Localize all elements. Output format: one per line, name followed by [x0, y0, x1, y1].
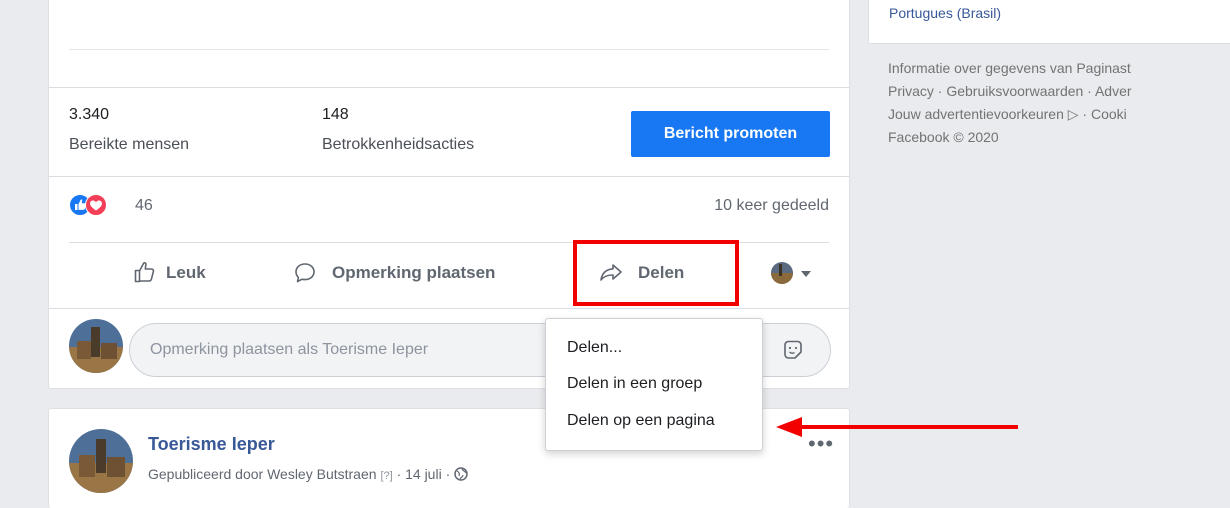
- publisher-text: Gepubliceerd door Wesley Butstraen: [148, 466, 377, 482]
- menu-item-share-page[interactable]: Delen op een pagina: [567, 412, 715, 430]
- sticker-icon: [784, 340, 802, 359]
- reach-count: 3.340: [69, 106, 110, 123]
- share-count[interactable]: 10 keer gedeeld: [714, 197, 829, 215]
- promote-post-button[interactable]: Bericht promoten: [631, 111, 830, 157]
- arrow-annotation-icon: [776, 417, 1018, 437]
- post-date[interactable]: · 14 juli ·: [397, 466, 451, 482]
- highlight-box: [573, 240, 739, 306]
- menu-item-share-group[interactable]: Delen in een groep: [567, 375, 702, 393]
- avatar-image-icon: [69, 319, 123, 373]
- post-as-selector[interactable]: [770, 260, 820, 286]
- sticker-button[interactable]: [781, 338, 805, 362]
- footer-line-2[interactable]: Privacy · Gebruiksvoorwaarden · Adver: [888, 83, 1132, 99]
- thumbs-up-icon: [134, 262, 155, 283]
- globe-icon: [454, 467, 468, 481]
- commenter-avatar[interactable]: [69, 319, 123, 373]
- reach-label: Bereikte mensen: [69, 136, 190, 153]
- divider: [69, 49, 829, 50]
- comment-bubble-icon: [295, 263, 315, 283]
- footer-line-3[interactable]: Jouw advertentievoorkeuren ▷ · Cooki: [888, 106, 1127, 123]
- engagement-count: 148: [322, 106, 349, 123]
- language-link[interactable]: Portugues (Brasil): [889, 5, 1001, 21]
- reactions-summary[interactable]: [69, 194, 111, 216]
- page-name-link[interactable]: Toerisme Ieper: [148, 434, 275, 455]
- divider: [49, 308, 849, 309]
- comment-placeholder: Opmerking plaatsen als Toerisme Ieper: [150, 341, 429, 358]
- like-reaction-icon: [69, 194, 107, 216]
- divider: [49, 87, 849, 88]
- avatar-image-icon: [69, 429, 133, 493]
- comment-label: Opmerking plaatsen: [332, 263, 496, 282]
- post-meta: Gepubliceerd door Wesley Butstraen [?] ·…: [148, 466, 468, 482]
- footer-line-1[interactable]: Informatie over gegevens van Paginast: [888, 60, 1131, 76]
- like-label: Leuk: [166, 263, 206, 282]
- help-link[interactable]: [?]: [380, 470, 392, 482]
- language-card: Portugues (Brasil): [868, 0, 1230, 44]
- share-menu: Delen... Delen in een groep Delen op een…: [545, 318, 763, 451]
- menu-item-share[interactable]: Delen...: [567, 339, 622, 357]
- footer-copyright: Facebook © 2020: [888, 129, 999, 145]
- engagement-label: Betrokkenheidsacties: [322, 136, 475, 153]
- divider: [49, 176, 849, 177]
- reaction-count[interactable]: 46: [135, 197, 153, 215]
- page-avatar[interactable]: [69, 429, 133, 493]
- page-avatar-icon: [771, 262, 811, 284]
